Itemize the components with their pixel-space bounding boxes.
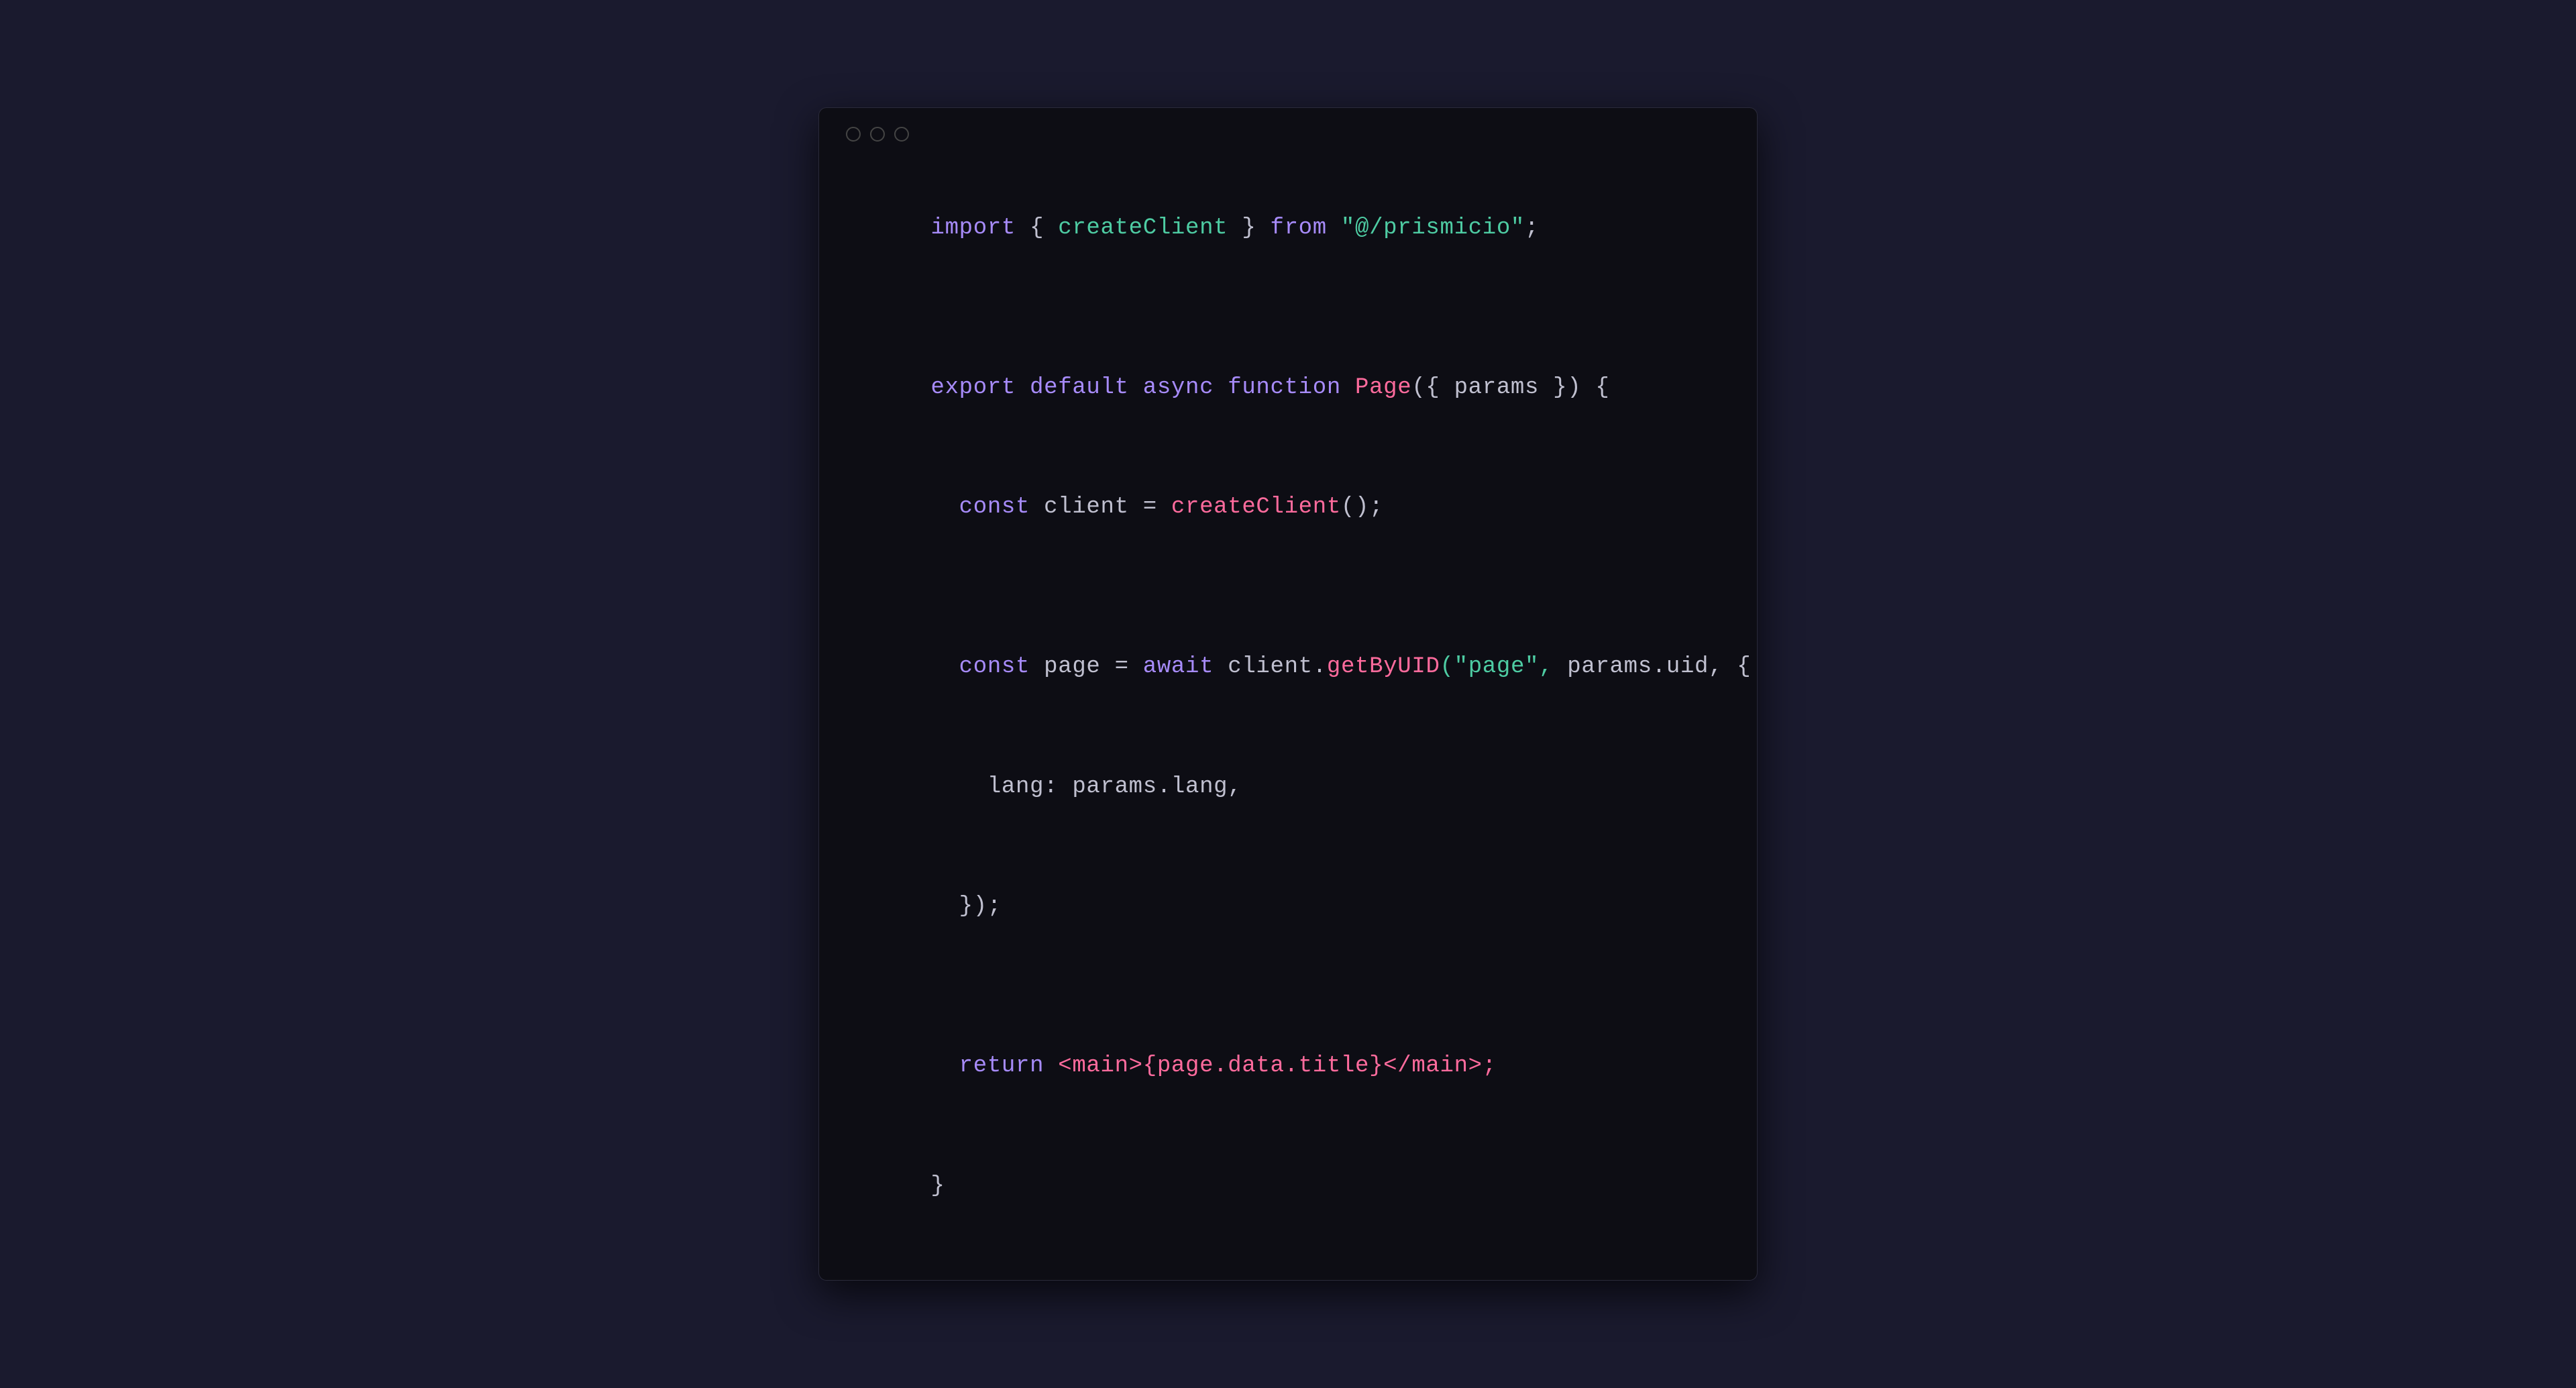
code-line-1: import { createClient } from "@/prismici… bbox=[846, 168, 1730, 288]
params-ref-3: params bbox=[1072, 774, 1157, 800]
code-line-5: lang: params.lang, bbox=[846, 727, 1730, 847]
keyword-default: default bbox=[1016, 375, 1143, 401]
var-page: page bbox=[1044, 654, 1100, 680]
code-line-2: export default async function Page({ par… bbox=[846, 328, 1730, 448]
semi-1: ; bbox=[1525, 215, 1539, 241]
close-brace-outer: } bbox=[931, 1173, 945, 1199]
keyword-return: return bbox=[931, 1053, 1059, 1079]
brace-close-1: } bbox=[1228, 215, 1270, 241]
client-ref: client bbox=[1228, 654, 1313, 680]
dot-1: . bbox=[1313, 654, 1327, 680]
params-end: }) { bbox=[1539, 375, 1609, 401]
eq-2: = bbox=[1101, 654, 1143, 680]
lang-val: .lang, bbox=[1157, 774, 1242, 800]
code-line-6: }); bbox=[846, 847, 1730, 967]
keyword-const-2: const bbox=[931, 654, 1044, 680]
uid-ref: .uid, { bbox=[1652, 654, 1752, 680]
titlebar bbox=[846, 127, 1730, 142]
code-block: import { createClient } from "@/prismici… bbox=[846, 168, 1730, 1246]
params-ref-2: params bbox=[1567, 654, 1652, 680]
jsx-return: <main>{page.data.title}</main>; bbox=[1058, 1053, 1497, 1079]
call-end-1: (); bbox=[1341, 494, 1383, 520]
fn-getbyuid: getByUID bbox=[1327, 654, 1440, 680]
minimize-dot bbox=[870, 127, 885, 142]
code-line-3: const client = createClient(); bbox=[846, 448, 1730, 568]
code-line-7: return <main>{page.data.title}</main>; bbox=[846, 1007, 1730, 1127]
string-prismicio: "@/prismicio" bbox=[1327, 215, 1525, 241]
lang-key: lang: bbox=[931, 774, 1073, 800]
args-getbyuid: ("page", bbox=[1440, 654, 1568, 680]
keyword-export: export bbox=[931, 375, 1016, 401]
fn-page: Page bbox=[1341, 375, 1411, 401]
eq-1: = bbox=[1129, 494, 1171, 520]
params-name: params bbox=[1454, 375, 1540, 401]
empty-line-3 bbox=[846, 967, 1730, 1007]
code-line-4: const page = await client.getByUID("page… bbox=[846, 608, 1730, 728]
keyword-await: await bbox=[1143, 654, 1228, 680]
maximize-dot bbox=[894, 127, 909, 142]
keyword-function: function bbox=[1228, 375, 1341, 401]
empty-line-1 bbox=[846, 288, 1730, 329]
keyword-const-1: const bbox=[931, 494, 1044, 520]
var-client: client bbox=[1044, 494, 1129, 520]
params-open: ({ bbox=[1411, 375, 1454, 401]
identifier-createClient: createClient bbox=[1058, 215, 1228, 241]
keyword-async: async bbox=[1143, 375, 1228, 401]
code-line-8: } bbox=[846, 1126, 1730, 1246]
call-createClient: createClient bbox=[1171, 494, 1341, 520]
code-window: import { createClient } from "@/prismici… bbox=[818, 107, 1758, 1281]
empty-line-2 bbox=[846, 568, 1730, 608]
brace-open-1: { bbox=[1016, 215, 1058, 241]
close-brace-1: }); bbox=[931, 894, 1002, 919]
keyword-import: import bbox=[931, 215, 1016, 241]
close-dot bbox=[846, 127, 861, 142]
keyword-from: from bbox=[1271, 215, 1327, 241]
